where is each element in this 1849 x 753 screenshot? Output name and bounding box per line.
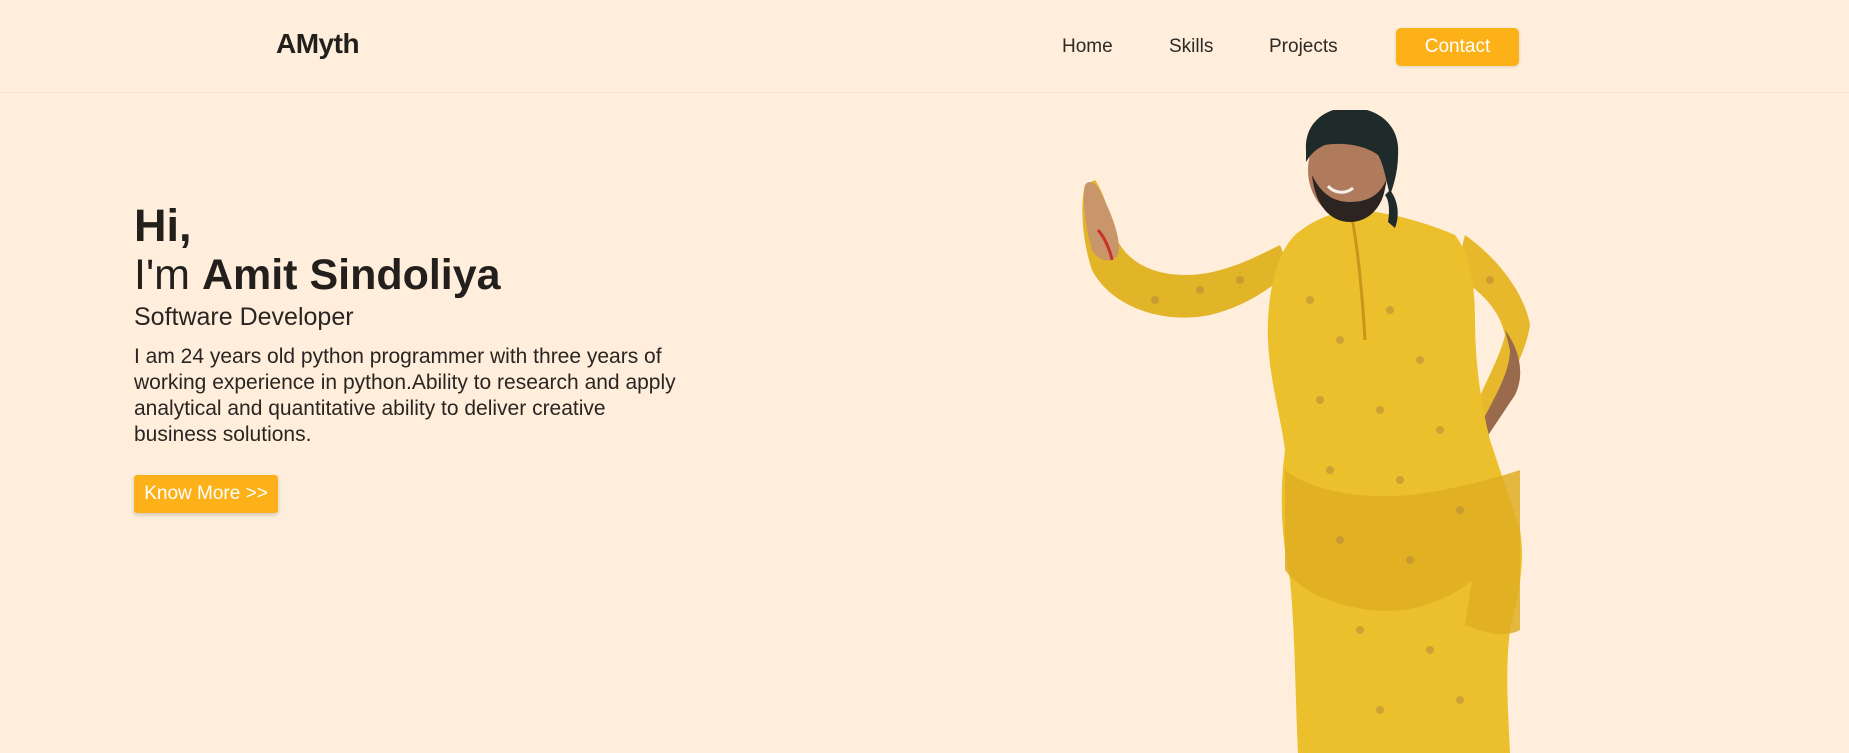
portrait-image bbox=[1082, 110, 1530, 753]
person-portrait-illustration bbox=[1082, 110, 1530, 753]
intro-prefix: I'm bbox=[134, 251, 190, 299]
hero-name: Amit Sindoliya bbox=[201, 251, 501, 299]
hero-intro: I'm Amit Sindoliya bbox=[134, 250, 734, 300]
hero-bio: I am 24 years old python programmer with… bbox=[134, 345, 676, 446]
hero-section: Hi, I'm Amit Sindoliya Software Develope… bbox=[134, 202, 734, 448]
nav-link-projects[interactable]: Projects bbox=[1269, 36, 1338, 58]
hero-greeting: Hi, bbox=[134, 200, 192, 251]
nav-link-home[interactable]: Home bbox=[1062, 36, 1113, 58]
contact-button[interactable]: Contact bbox=[1396, 28, 1519, 66]
hero-role: Software Developer bbox=[134, 303, 354, 331]
nav-link-skills[interactable]: Skills bbox=[1169, 36, 1213, 58]
top-navbar: AMyth Home Skills Projects Contact bbox=[0, 0, 1849, 93]
brand-logo[interactable]: AMyth bbox=[276, 28, 360, 60]
know-more-button[interactable]: Know More >> bbox=[134, 475, 278, 513]
